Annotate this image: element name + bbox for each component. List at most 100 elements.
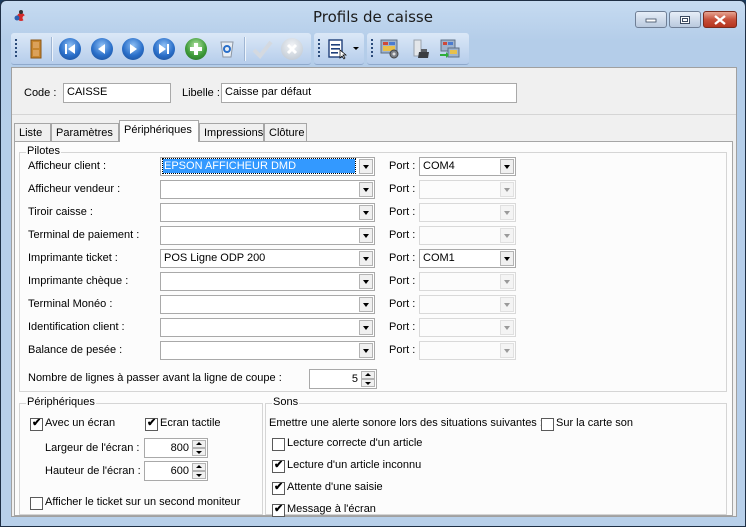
tab-parametres[interactable]: Paramètres	[51, 123, 119, 141]
close-button[interactable]	[703, 11, 737, 28]
port-label: Port :	[389, 183, 416, 195]
largeur-ecran-label: Largeur de l'écran :	[45, 442, 140, 454]
previous-record-button[interactable]	[91, 38, 113, 60]
tab-peripheriques[interactable]: Périphériques	[119, 120, 199, 142]
port-value: COM4	[423, 160, 455, 172]
hauteur-ecran-label: Hauteur de l'écran :	[45, 465, 141, 477]
dropdown-button	[500, 182, 514, 197]
pilote-label: Identification client :	[28, 321, 125, 333]
workstation-transfer-icon[interactable]	[439, 38, 461, 60]
tab-liste[interactable]: Liste	[14, 123, 51, 141]
pilote-select[interactable]: EPSON AFFICHEUR DMD	[160, 157, 375, 176]
exit-door-icon[interactable]	[25, 38, 47, 60]
port-select[interactable]: COM1	[419, 249, 516, 268]
profils-caisse-window: Profils de caisse Code: CAISSE Libelle …	[0, 0, 746, 527]
tab-cloture[interactable]: Clôture	[264, 123, 307, 141]
delete-recycle-bin-icon[interactable]	[216, 38, 238, 60]
toolbar-grip[interactable]	[371, 39, 373, 59]
pilote-select[interactable]	[160, 180, 375, 199]
chevron-down-icon	[504, 188, 510, 192]
pilote-label: Terminal Monéo :	[28, 298, 113, 310]
pilote-select[interactable]: POS Ligne ODP 200	[160, 249, 375, 268]
chevron-down-icon	[363, 188, 369, 192]
chevron-down-icon	[363, 349, 369, 353]
spin-up-button[interactable]	[361, 371, 375, 379]
checkbox-box: ✔	[272, 503, 285, 517]
dropdown-button[interactable]	[359, 159, 373, 174]
chevron-down-icon	[504, 349, 510, 353]
port-select	[419, 180, 516, 199]
first-record-button[interactable]	[59, 38, 81, 60]
port-label: Port :	[389, 275, 416, 287]
pilote-label: Afficheur vendeur :	[28, 183, 121, 195]
spin-down-button[interactable]	[361, 379, 375, 387]
toolbar-separator	[244, 37, 246, 61]
cancel-button[interactable]	[281, 38, 303, 60]
largeur-ecran-stepper[interactable]: 800	[144, 438, 208, 458]
pilote-select[interactable]	[160, 226, 375, 245]
spin-up-button[interactable]	[192, 440, 206, 448]
dropdown-button[interactable]	[500, 159, 514, 174]
next-record-button[interactable]	[122, 38, 144, 60]
tab-impressions[interactable]: Impressions	[199, 123, 264, 141]
dropdown-button[interactable]	[359, 320, 373, 335]
pilote-select[interactable]	[160, 318, 375, 337]
add-record-icon	[190, 43, 202, 55]
pilote-select[interactable]	[160, 272, 375, 291]
chevron-down-icon	[363, 326, 369, 330]
toolbar-grip[interactable]	[15, 39, 17, 59]
last-record-button[interactable]	[153, 38, 175, 60]
hauteur-ecran-stepper[interactable]: 600	[144, 461, 208, 481]
pilotes-group-title: Pilotes	[26, 145, 62, 157]
minimize-button[interactable]	[635, 11, 667, 28]
dropdown-button[interactable]	[359, 228, 373, 243]
arrow-up-icon	[365, 373, 371, 376]
spin-up-button[interactable]	[192, 463, 206, 471]
code-input[interactable]: CAISSE	[63, 83, 171, 103]
libelle-input[interactable]: Caisse par défaut	[221, 83, 517, 103]
add-record-button[interactable]	[185, 38, 207, 60]
pilote-select[interactable]	[160, 203, 375, 222]
chevron-down-icon	[504, 280, 510, 284]
report-toolbar	[314, 33, 364, 65]
chevron-down-icon	[363, 280, 369, 284]
port-select[interactable]: COM4	[419, 157, 516, 176]
navigation-toolbar	[11, 33, 311, 65]
cancel-x-icon	[286, 43, 298, 55]
port-label: Port :	[389, 298, 416, 310]
port-select	[419, 226, 516, 245]
cash-register-icon[interactable]	[409, 38, 431, 60]
dropdown-button[interactable]	[359, 251, 373, 266]
dropdown-button[interactable]	[500, 251, 514, 266]
pilote-label: Balance de pesée :	[28, 344, 123, 356]
dropdown-button[interactable]	[359, 297, 373, 312]
spin-down-button[interactable]	[192, 448, 206, 456]
validate-check-icon[interactable]	[251, 38, 273, 60]
dropdown-button[interactable]	[359, 205, 373, 220]
report-dropdown-button[interactable]	[326, 38, 360, 60]
dropdown-button[interactable]	[359, 274, 373, 289]
dropdown-button[interactable]	[359, 182, 373, 197]
maximize-button[interactable]	[669, 11, 701, 28]
chevron-down-icon	[504, 234, 510, 238]
libelle-label: Libelle :	[182, 87, 220, 99]
port-select	[419, 318, 516, 337]
title-bar[interactable]: Profils de caisse	[1, 1, 745, 31]
port-label: Port :	[389, 160, 416, 172]
checkbox-box: ✔	[30, 417, 43, 431]
workstation-settings-icon[interactable]	[379, 38, 401, 60]
checkbox-box	[30, 497, 43, 510]
checkbox-box: ✔	[272, 459, 285, 473]
port-label: Port :	[389, 229, 416, 241]
spin-down-button[interactable]	[192, 471, 206, 479]
lines-before-cut-stepper[interactable]: 5	[309, 369, 377, 389]
dropdown-button	[500, 320, 514, 335]
port-label: Port :	[389, 344, 416, 356]
dropdown-button[interactable]	[359, 343, 373, 358]
pilote-select[interactable]	[160, 341, 375, 360]
pilote-select[interactable]	[160, 295, 375, 314]
chevron-down-icon	[504, 257, 510, 261]
first-record-icon	[65, 44, 75, 54]
toolbar-grip[interactable]	[318, 39, 320, 59]
workstation-toolbar	[367, 33, 469, 65]
